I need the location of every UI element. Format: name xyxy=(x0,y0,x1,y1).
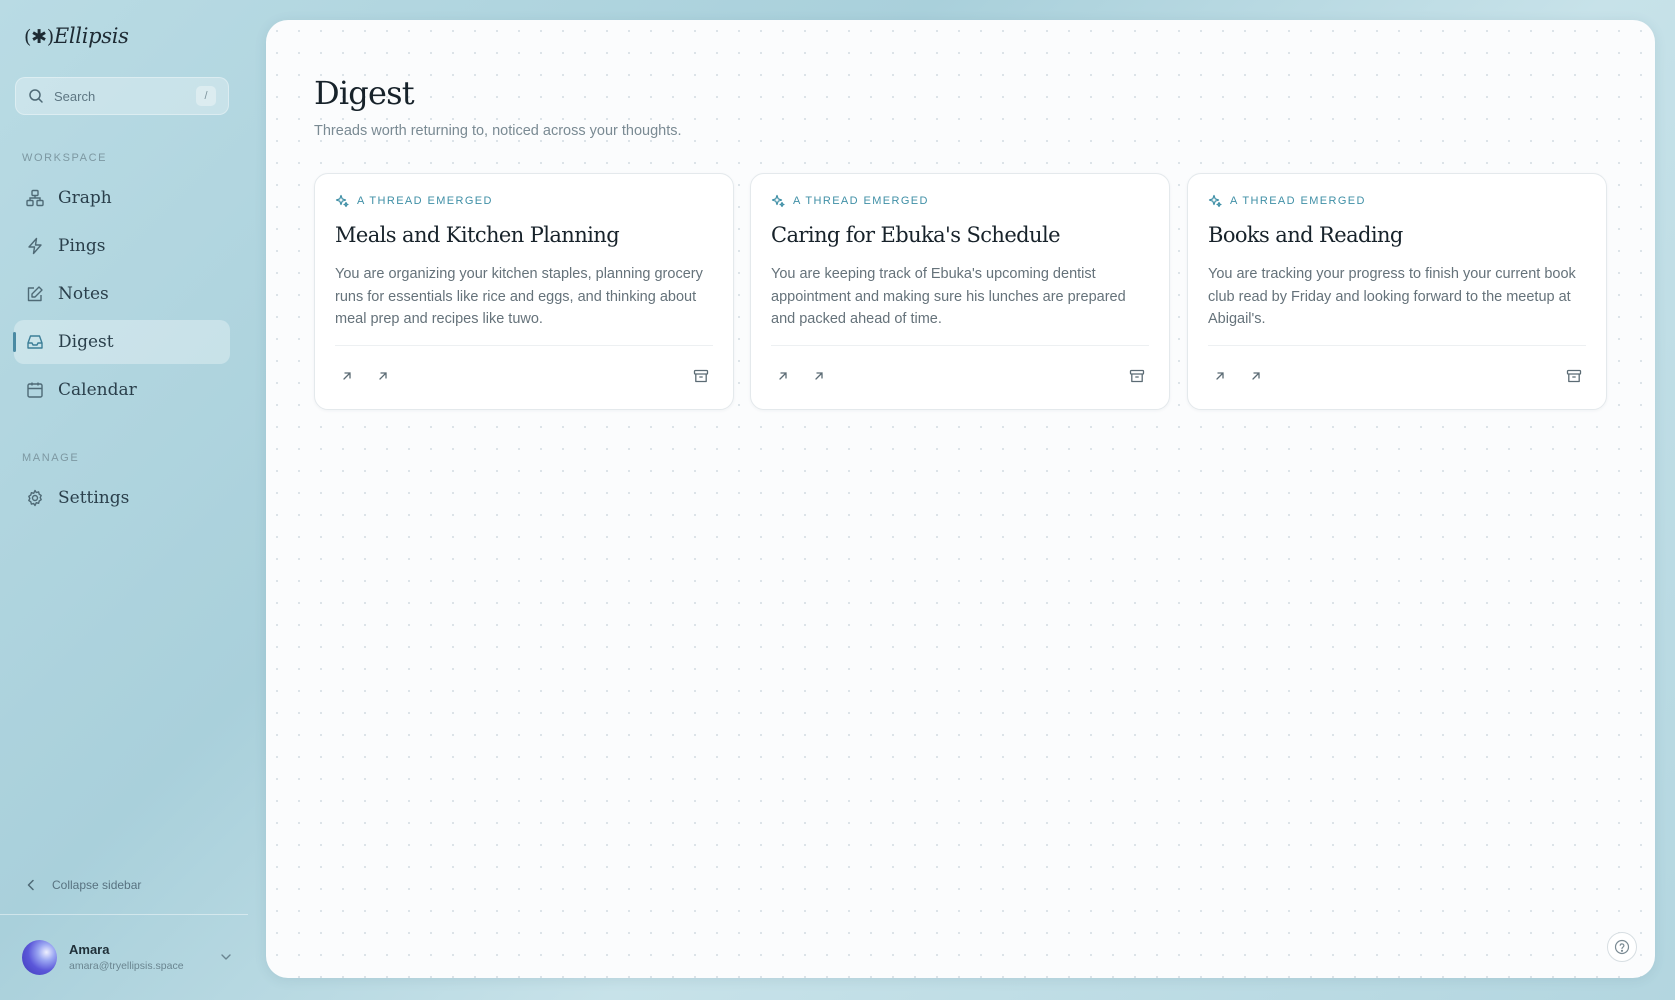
digest-card: A THREAD EMERGED Books and Reading You a… xyxy=(1187,173,1607,410)
sidebar-item-label: Graph xyxy=(58,188,112,208)
sidebar-item-label: Notes xyxy=(58,284,109,304)
chevron-down-icon[interactable] xyxy=(220,953,232,961)
open-source-button[interactable] xyxy=(807,364,831,388)
card-tag: A THREAD EMERGED xyxy=(771,194,929,208)
section-label-workspace: WORKSPACE xyxy=(22,152,108,164)
digest-card: A THREAD EMERGED Meals and Kitchen Plann… xyxy=(314,173,734,410)
open-source-button[interactable] xyxy=(371,364,395,388)
card-tag-label: A THREAD EMERGED xyxy=(357,195,493,207)
sidebar-divider xyxy=(0,914,248,915)
sidebar-item-digest[interactable]: Digest xyxy=(13,320,230,364)
help-button[interactable] xyxy=(1607,932,1637,962)
open-thread-button[interactable] xyxy=(335,364,359,388)
sidebar-item-label: Pings xyxy=(58,236,106,256)
sidebar-item-label: Digest xyxy=(58,332,114,352)
card-tag-label: A THREAD EMERGED xyxy=(793,195,929,207)
arrow-up-right-icon xyxy=(377,370,389,382)
sidebar-item-graph[interactable]: Graph xyxy=(14,176,230,220)
arrow-up-right-icon xyxy=(1250,370,1262,382)
search-shortcut-badge: / xyxy=(196,86,216,106)
arrow-up-right-icon xyxy=(341,370,353,382)
chevron-left-icon xyxy=(26,879,36,891)
user-menu[interactable]: Amara amara@tryellipsis.space xyxy=(22,938,232,976)
search-input[interactable]: Search xyxy=(54,89,196,104)
archive-icon xyxy=(693,368,709,384)
arrow-up-right-icon xyxy=(813,370,825,382)
arrow-up-right-icon xyxy=(1214,370,1226,382)
app-logo[interactable]: (✱)Ellipsis xyxy=(24,24,129,48)
gear-icon xyxy=(26,489,44,507)
calendar-icon xyxy=(26,381,44,399)
open-thread-button[interactable] xyxy=(1208,364,1232,388)
logo-mark: (✱) xyxy=(24,26,54,48)
archive-button[interactable] xyxy=(1562,364,1586,388)
sidebar-item-settings[interactable]: Settings xyxy=(14,476,230,520)
search-icon xyxy=(28,88,44,104)
card-divider xyxy=(335,345,713,346)
main-panel: Digest Threads worth returning to, notic… xyxy=(266,20,1655,978)
user-name: Amara xyxy=(69,942,110,957)
archive-icon xyxy=(1566,368,1582,384)
archive-icon xyxy=(1129,368,1145,384)
card-title[interactable]: Caring for Ebuka's Schedule xyxy=(771,223,1061,247)
sparkle-icon xyxy=(771,194,785,208)
logo-name: Ellipsis xyxy=(53,24,129,48)
edit-icon xyxy=(26,285,44,303)
card-body: You are tracking your progress to finish… xyxy=(1208,266,1576,327)
card-divider xyxy=(1208,345,1586,346)
user-email: amara@tryellipsis.space xyxy=(69,960,184,972)
open-source-button[interactable] xyxy=(1244,364,1268,388)
user-info: Amara amara@tryellipsis.space xyxy=(69,942,220,972)
card-body: You are keeping track of Ebuka's upcomin… xyxy=(771,266,1126,327)
graph-icon xyxy=(26,189,44,207)
collapse-sidebar-button[interactable]: Collapse sidebar xyxy=(26,878,141,892)
avatar xyxy=(22,939,57,975)
sidebar: (✱)Ellipsis Search / WORKSPACE Graph Pin… xyxy=(0,0,248,1000)
sparkle-icon xyxy=(335,194,349,208)
sidebar-item-label: Calendar xyxy=(58,380,137,400)
card-tag: A THREAD EMERGED xyxy=(335,194,493,208)
page-subtitle: Threads worth returning to, noticed acro… xyxy=(314,123,682,139)
card-tag: A THREAD EMERGED xyxy=(1208,194,1366,208)
card-title[interactable]: Books and Reading xyxy=(1208,223,1403,247)
sidebar-item-label: Settings xyxy=(58,488,130,508)
collapse-sidebar-label: Collapse sidebar xyxy=(52,878,142,892)
sparkle-icon xyxy=(1208,194,1222,208)
arrow-up-right-icon xyxy=(777,370,789,382)
card-title[interactable]: Meals and Kitchen Planning xyxy=(335,223,620,247)
sidebar-item-calendar[interactable]: Calendar xyxy=(14,368,230,412)
sidebar-item-notes[interactable]: Notes xyxy=(14,272,230,316)
digest-card: A THREAD EMERGED Caring for Ebuka's Sche… xyxy=(750,173,1170,410)
sidebar-item-pings[interactable]: Pings xyxy=(14,224,230,268)
lightning-icon xyxy=(26,237,44,255)
inbox-icon xyxy=(26,333,44,351)
card-divider xyxy=(771,345,1149,346)
open-thread-button[interactable] xyxy=(771,364,795,388)
section-label-manage: MANAGE xyxy=(22,452,80,464)
card-tag-label: A THREAD EMERGED xyxy=(1230,195,1366,207)
archive-button[interactable] xyxy=(1125,364,1149,388)
help-icon xyxy=(1614,939,1630,955)
page-title: Digest xyxy=(314,74,415,112)
search-box[interactable]: Search / xyxy=(15,77,229,115)
card-body: You are organizing your kitchen staples,… xyxy=(335,266,703,327)
archive-button[interactable] xyxy=(689,364,713,388)
